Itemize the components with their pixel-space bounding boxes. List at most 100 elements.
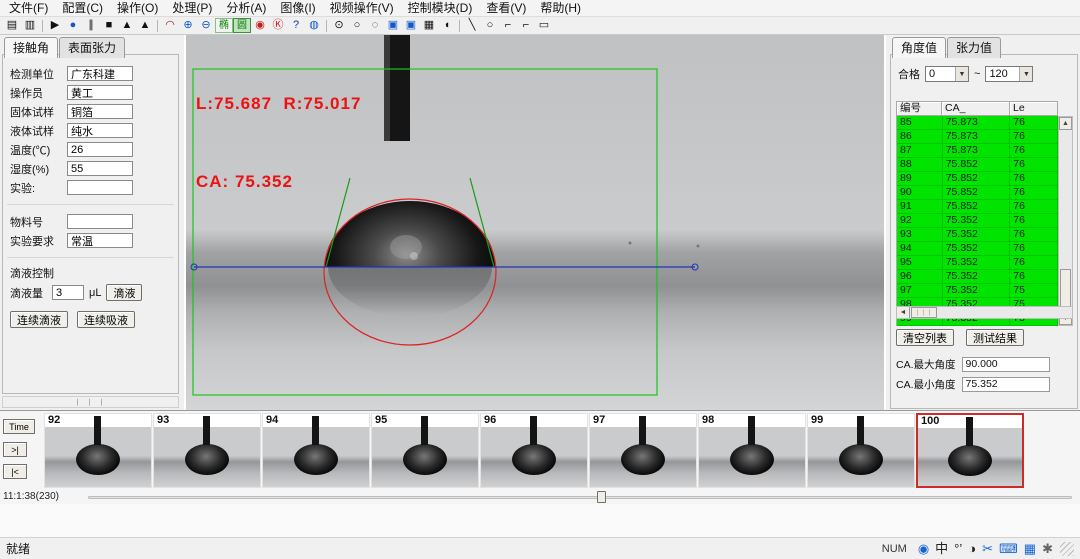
toolbox-icon[interactable]: ▦ xyxy=(1024,542,1036,555)
image-a-icon[interactable]: ▣ xyxy=(384,18,402,33)
menu-item[interactable]: 配置(C) xyxy=(55,0,110,16)
filmstrip-thumbnail[interactable]: 92 xyxy=(44,413,152,488)
table-row[interactable]: 8575.87376 xyxy=(897,116,1058,130)
test-result-button[interactable]: 测试结果 xyxy=(966,329,1024,346)
filmstrip-thumbnail[interactable]: 96 xyxy=(480,413,588,488)
filmstrip-thumbnail[interactable]: 97 xyxy=(589,413,697,488)
tab-contact-angle[interactable]: 接触角 xyxy=(4,37,58,58)
record-icon[interactable]: ● xyxy=(64,18,82,33)
zoom-out-icon[interactable]: ⊖ xyxy=(197,18,215,33)
table-row[interactable]: 9175.85276 xyxy=(897,200,1058,214)
filmstrip-thumbnail[interactable]: 94 xyxy=(262,413,370,488)
line-tool-icon[interactable]: ╲ xyxy=(463,18,481,33)
pause-icon[interactable]: ∥ xyxy=(82,18,100,33)
drop-button[interactable]: 滴液 xyxy=(106,284,142,301)
table-row[interactable]: 8875.85276 xyxy=(897,158,1058,172)
column-header-left[interactable]: Le xyxy=(1010,101,1058,116)
speaker-icon[interactable]: ◖ xyxy=(438,18,456,33)
prev-frame-button[interactable]: |< xyxy=(3,464,27,479)
play-icon[interactable]: ▶ xyxy=(46,18,64,33)
tab-surface-tension[interactable]: 表面张力 xyxy=(59,37,125,58)
corner2-tool-icon[interactable]: ⌐ xyxy=(517,18,535,33)
crosshair-icon[interactable]: ⊕ xyxy=(179,18,197,33)
pendant-drop-icon[interactable]: ○ xyxy=(348,18,366,33)
table-row[interactable]: 8775.87376 xyxy=(897,144,1058,158)
solid-sample-field[interactable] xyxy=(67,104,133,119)
chevron-down-icon[interactable]: ▼ xyxy=(1019,67,1032,81)
menu-item[interactable]: 查看(V) xyxy=(479,0,533,16)
table-row[interactable]: 9775.35275 xyxy=(897,284,1058,298)
menu-item[interactable]: 帮助(H) xyxy=(533,0,588,16)
settings-icon[interactable]: ✱ xyxy=(1042,542,1053,555)
fullhalf-icon[interactable]: ◑ xyxy=(968,542,976,555)
filmstrip-thumbnail[interactable]: 95 xyxy=(371,413,479,488)
camera-down-icon[interactable]: ▲ xyxy=(136,18,154,33)
rect-tool-icon[interactable]: ▭ xyxy=(535,18,553,33)
liquid-sample-field[interactable] xyxy=(67,123,133,138)
operator-field[interactable] xyxy=(67,85,133,100)
circle-fit-button[interactable]: 圆 xyxy=(233,18,251,33)
table-row[interactable]: 9275.35276 xyxy=(897,214,1058,228)
menu-item[interactable]: 处理(P) xyxy=(165,0,219,16)
scissors-icon[interactable]: ✂ xyxy=(982,542,993,555)
menu-item[interactable]: 视频操作(V) xyxy=(323,0,401,16)
ellipse-fit-button[interactable]: 椭 xyxy=(215,18,233,33)
material-no-field[interactable] xyxy=(67,214,133,229)
softkeyboard-icon[interactable]: ⌨ xyxy=(999,542,1018,555)
table-row[interactable]: 8975.85276 xyxy=(897,172,1058,186)
filmstrip-thumbnail[interactable]: 98 xyxy=(698,413,806,488)
image-capture-icon[interactable]: ▤ xyxy=(3,18,21,33)
tab-angle-values[interactable]: 角度值 xyxy=(892,37,946,58)
help-icon[interactable]: ? xyxy=(287,18,305,33)
filmstrip-thumbnail[interactable]: 100 xyxy=(916,413,1024,488)
humidity-field[interactable] xyxy=(67,161,133,176)
table-vscrollbar[interactable]: ▲ ▼ xyxy=(1058,116,1073,326)
vscrollbar-thumb[interactable] xyxy=(1060,269,1071,311)
experiment-field[interactable] xyxy=(67,180,133,195)
table-row[interactable]: 9475.35276 xyxy=(897,242,1058,256)
column-header-index[interactable]: 编号 xyxy=(896,101,942,116)
circle-tool-icon[interactable]: ○ xyxy=(481,18,499,33)
table-row[interactable]: 9375.35276 xyxy=(897,228,1058,242)
tab-tension-values[interactable]: 张力值 xyxy=(947,37,1001,58)
menu-item[interactable]: 操作(O) xyxy=(110,0,165,16)
stop-icon[interactable]: ■ xyxy=(100,18,118,33)
sessile-drop-icon[interactable]: ⊙ xyxy=(330,18,348,33)
menu-item[interactable]: 图像(I) xyxy=(273,0,322,16)
resize-grip[interactable] xyxy=(1060,542,1074,556)
filmstrip-thumbnail[interactable]: 99 xyxy=(807,413,915,488)
filmstrip-thumbnail[interactable]: 93 xyxy=(153,413,261,488)
protractor-icon[interactable]: ◠ xyxy=(161,18,179,33)
corner-tool-icon[interactable]: ⌐ xyxy=(499,18,517,33)
timeline-slider-track[interactable] xyxy=(88,496,1072,499)
continuous-suck-button[interactable]: 连续吸液 xyxy=(77,311,135,328)
table-row[interactable]: 8675.87376 xyxy=(897,130,1058,144)
table-row[interactable]: 9675.35276 xyxy=(897,270,1058,284)
column-header-ca[interactable]: CA_ xyxy=(942,101,1010,116)
scroll-up-icon[interactable]: ▲ xyxy=(1059,117,1072,130)
hscrollbar-thumb[interactable]: ❘❘❘ xyxy=(911,307,937,318)
menu-item[interactable]: 分析(A) xyxy=(219,0,273,16)
continuous-drop-button[interactable]: 连续滴液 xyxy=(10,311,68,328)
lang-chinese-indicator[interactable]: 中 xyxy=(935,542,948,555)
detect-unit-field[interactable] xyxy=(67,66,133,81)
exp-requirement-field[interactable] xyxy=(67,233,133,248)
temperature-field[interactable] xyxy=(67,142,133,157)
drop-shape-icon[interactable]: ◌ xyxy=(366,18,384,33)
menu-item[interactable]: 文件(F) xyxy=(2,0,55,16)
qualify-max-select[interactable]: 120 ▼ xyxy=(985,66,1033,82)
camera-up-icon[interactable]: ▲ xyxy=(118,18,136,33)
punctuation-icon[interactable]: °’ xyxy=(954,542,962,555)
next-frame-button[interactable]: >| xyxy=(3,442,27,457)
table-row[interactable]: 9575.35276 xyxy=(897,256,1058,270)
image-b-icon[interactable]: ▣ xyxy=(402,18,420,33)
scroll-left-icon[interactable]: ◄ xyxy=(897,307,910,318)
chevron-down-icon[interactable]: ▼ xyxy=(955,67,968,81)
image-export-icon[interactable]: ▥ xyxy=(21,18,39,33)
k-marker-icon[interactable]: Ⓚ xyxy=(269,18,287,33)
globe-icon[interactable]: ◍ xyxy=(305,18,323,33)
frames-icon[interactable]: ▦ xyxy=(420,18,438,33)
timeline-slider-thumb[interactable] xyxy=(597,491,606,503)
ime-icon[interactable]: ◉ xyxy=(918,542,929,555)
clear-list-button[interactable]: 清空列表 xyxy=(896,329,954,346)
